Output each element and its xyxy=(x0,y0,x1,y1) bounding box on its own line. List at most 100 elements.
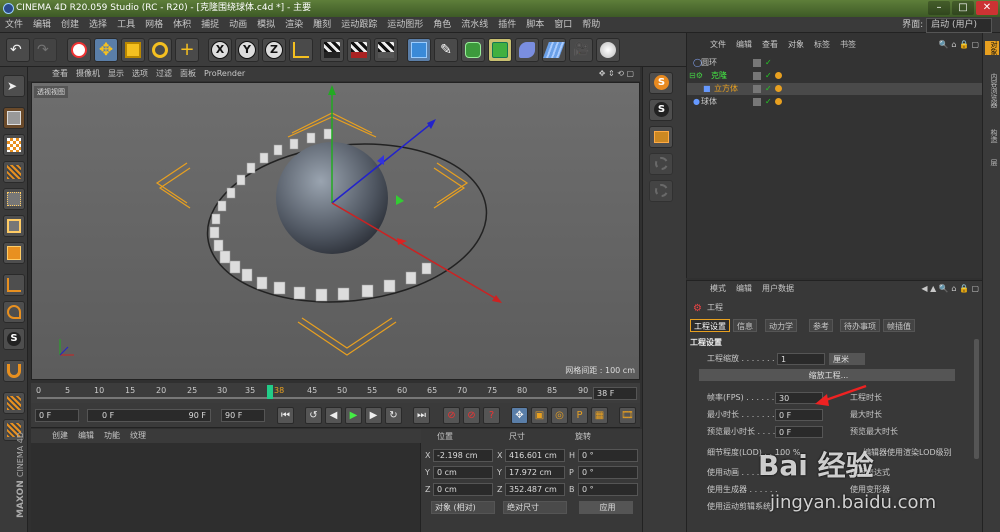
render-view-button[interactable] xyxy=(320,38,344,62)
attrmenu-mode[interactable]: 模式 xyxy=(705,282,731,296)
rotation-b-field[interactable]: 0 ° xyxy=(578,483,638,496)
render-picture-viewer-button[interactable] xyxy=(347,38,371,62)
viewport-menu-view[interactable]: 查看 xyxy=(48,67,72,81)
size-x-field[interactable]: 416.601 cm xyxy=(505,449,565,462)
maximize-button[interactable]: □ xyxy=(952,1,974,15)
object-row-cube[interactable]: ■ 立方体 ✓ xyxy=(687,83,983,95)
pen-button[interactable]: ✎ xyxy=(434,38,458,62)
apply-button[interactable]: 应用 xyxy=(579,501,633,514)
cloner-button[interactable] xyxy=(488,38,512,62)
playhead[interactable] xyxy=(267,385,273,399)
viewport-nav-icons[interactable]: ✥ ⇕ ⟲ ▢ xyxy=(599,67,634,81)
objmenu-bookmarks[interactable]: 书签 xyxy=(835,38,861,52)
menu-sculpt[interactable]: 雕刻 xyxy=(308,17,336,33)
size-mode-dropdown[interactable]: 绝对尺寸 xyxy=(503,501,567,514)
menu-volume[interactable]: 体积 xyxy=(168,17,196,33)
side-tab-layers[interactable]: 层 xyxy=(985,159,999,166)
menu-script[interactable]: 脚本 xyxy=(521,17,549,33)
key-position-button[interactable]: ✥ xyxy=(511,407,528,424)
close-button[interactable]: ✕ xyxy=(976,1,998,15)
menu-help[interactable]: 帮助 xyxy=(577,17,605,33)
make-editable-button[interactable]: ➤ xyxy=(3,75,25,97)
menu-create[interactable]: 创建 xyxy=(56,17,84,33)
menu-tools[interactable]: 工具 xyxy=(112,17,140,33)
record-key-button[interactable]: ⊘ xyxy=(443,407,460,424)
y-axis-button[interactable]: Y xyxy=(235,38,259,62)
visibility-toggle[interactable] xyxy=(753,59,761,67)
lock-workplane-button[interactable] xyxy=(3,392,25,414)
folder-button[interactable] xyxy=(649,126,673,148)
viewport-menu-filter[interactable]: 过滤 xyxy=(152,67,176,81)
x-axis-button[interactable]: X xyxy=(208,38,232,62)
perspective-viewport[interactable]: 透视视图 网格间距 : 100 cm xyxy=(31,82,640,380)
render-s-button[interactable]: S xyxy=(649,72,673,94)
enabled-check-icon[interactable]: ✓ xyxy=(765,98,773,106)
position-x-field[interactable]: -2.198 cm xyxy=(433,449,493,462)
objmenu-objects[interactable]: 对象 xyxy=(783,38,809,52)
prev-frame-button[interactable]: ◀ xyxy=(325,407,342,424)
dynamics-button[interactable] xyxy=(649,153,673,175)
layout-dropdown[interactable]: 启动 (用户) xyxy=(926,18,992,33)
matmenu-function[interactable]: 功能 xyxy=(99,429,125,443)
preview-min-field[interactable]: 0 F xyxy=(775,426,823,438)
points-mode-button[interactable] xyxy=(3,188,25,210)
object-row-cloner[interactable]: ⊟⚙ 克隆 ✓ xyxy=(687,70,983,82)
recent-tools-button[interactable]: + xyxy=(175,38,199,62)
next-key-button[interactable]: ↻ xyxy=(385,407,402,424)
objmenu-view[interactable]: 查看 xyxy=(757,38,783,52)
deformer-button[interactable] xyxy=(515,38,539,62)
workplane-mode-button[interactable] xyxy=(3,161,25,183)
play-button[interactable]: ▶ xyxy=(345,407,362,424)
coordinate-mode-dropdown[interactable]: 对象 (相对) xyxy=(431,501,495,514)
timeline-window-button[interactable]: 🎞 xyxy=(619,407,636,424)
side-tab-content-browser[interactable]: 内容浏览器 xyxy=(985,73,999,108)
move-button[interactable]: ✥ xyxy=(94,38,118,62)
tab-project-settings[interactable]: 工程设置 xyxy=(690,319,730,332)
tab-dynamics[interactable]: 动力学 xyxy=(765,319,797,332)
next-frame-button[interactable]: ▶ xyxy=(365,407,382,424)
scene-svg[interactable] xyxy=(32,83,640,380)
viewport-menu-options[interactable]: 选项 xyxy=(128,67,152,81)
side-tab-objects[interactable]: 对象 xyxy=(985,41,999,55)
polygons-mode-button[interactable] xyxy=(3,242,25,264)
menu-character[interactable]: 角色 xyxy=(428,17,456,33)
current-frame-field[interactable]: 38 F xyxy=(593,387,637,400)
tag-icon[interactable] xyxy=(775,85,782,92)
snap-s-button[interactable]: S xyxy=(649,99,673,121)
menu-motion-tracking[interactable]: 运动跟踪 xyxy=(336,17,382,33)
menu-render[interactable]: 渲染 xyxy=(280,17,308,33)
cube-button[interactable] xyxy=(407,38,431,62)
scale-button[interactable] xyxy=(121,38,145,62)
minimize-button[interactable]: – xyxy=(928,1,950,15)
unit-dropdown[interactable]: 厘米 xyxy=(829,353,865,365)
visibility-toggle[interactable] xyxy=(753,85,761,93)
scale-field[interactable]: 1 xyxy=(777,353,825,365)
position-z-field[interactable]: 0 cm xyxy=(433,483,493,496)
menu-window[interactable]: 窗口 xyxy=(549,17,577,33)
size-y-field[interactable]: 17.972 cm xyxy=(505,466,565,479)
tweak-mode-button[interactable] xyxy=(3,301,25,323)
menu-file[interactable]: 文件 xyxy=(0,17,28,33)
objmenu-file[interactable]: 文件 xyxy=(705,38,731,52)
floor-button[interactable] xyxy=(542,38,566,62)
rotate-button[interactable] xyxy=(148,38,172,62)
timeline-ruler[interactable]: 0 5 10 15 20 25 30 35 45 50 55 60 65 70 … xyxy=(31,383,640,403)
rotation-h-field[interactable]: 0 ° xyxy=(578,449,638,462)
end-frame-field[interactable]: 90 F xyxy=(221,409,265,422)
layout-selector[interactable]: 界面: 启动 (用户) xyxy=(902,18,992,33)
tab-reference[interactable]: 参考 xyxy=(809,319,833,332)
object-row-sphere[interactable]: ● 球体 ✓ xyxy=(687,96,983,108)
objmenu-tools-icons[interactable]: 🔍 ⌂ 🔒 ▢ xyxy=(939,38,979,52)
menu-pipeline[interactable]: 流水线 xyxy=(456,17,493,33)
start-frame-field[interactable]: 0 F xyxy=(35,409,79,422)
key-param-button[interactable]: P xyxy=(571,407,588,424)
objmenu-tags[interactable]: 标签 xyxy=(809,38,835,52)
menu-edit[interactable]: 编辑 xyxy=(28,17,56,33)
position-y-field[interactable]: 0 cm xyxy=(433,466,493,479)
menu-mesh[interactable]: 网格 xyxy=(140,17,168,33)
attr-scrollbar[interactable] xyxy=(974,339,979,459)
tag-icon[interactable] xyxy=(775,72,782,79)
texture-mode-button[interactable] xyxy=(3,134,25,156)
axis-mode-button[interactable] xyxy=(3,274,25,296)
key-scale-button[interactable]: ▣ xyxy=(531,407,548,424)
